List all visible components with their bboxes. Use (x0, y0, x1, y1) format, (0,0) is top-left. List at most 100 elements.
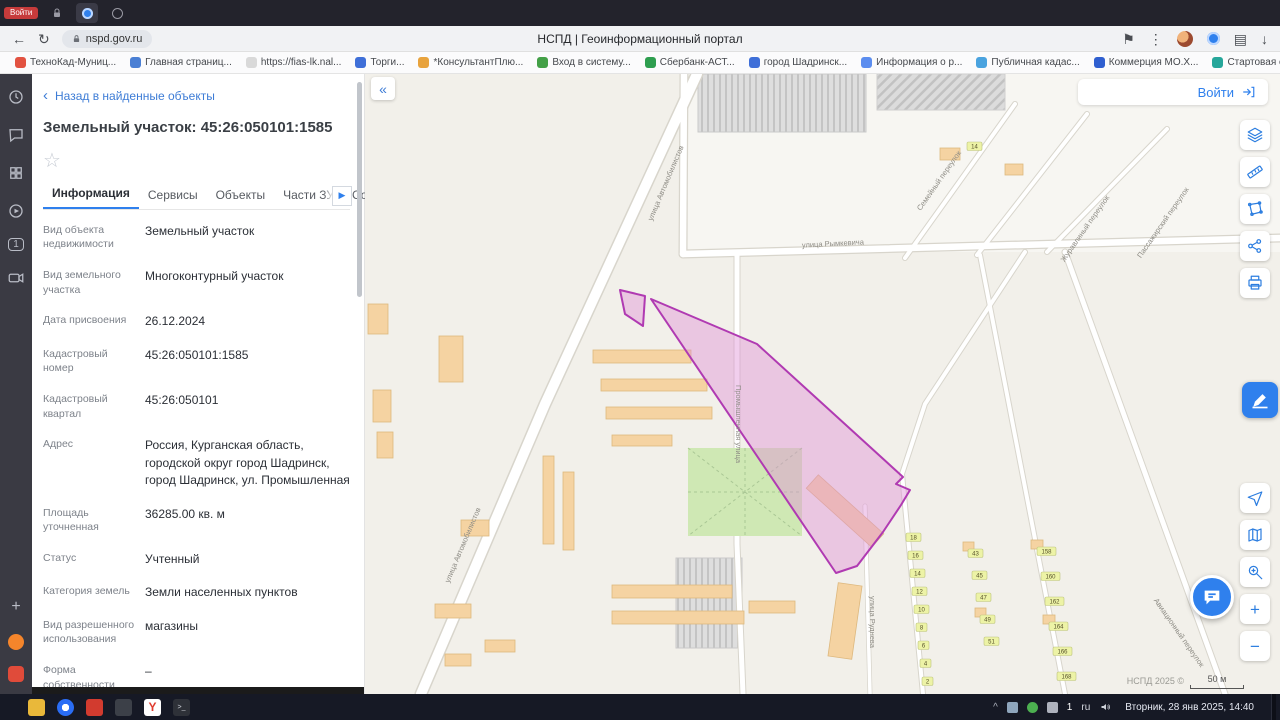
history-icon[interactable] (5, 86, 27, 108)
locate-button[interactable] (1240, 483, 1270, 513)
house-number-label: 158 (1041, 549, 1052, 555)
downloads-badge[interactable]: 1 (8, 238, 24, 251)
url-text: nspd.gov.ru (85, 32, 143, 45)
house-number-label: 14 (914, 571, 921, 577)
ruler-button[interactable] (1240, 157, 1270, 187)
map-login-button[interactable]: Войти (1078, 79, 1268, 105)
taskbar: Y >_ ^ 1 ru Вторник, 28 янв 2025, 14:40 (0, 694, 1280, 720)
layers-button[interactable] (1240, 120, 1270, 150)
map-canvas[interactable]: 1418161412108642434547495115816016216416… (365, 74, 1280, 694)
volume-icon[interactable] (1099, 701, 1112, 713)
bookmark-favicon (130, 57, 142, 68)
tab-Сервисы[interactable]: Сервисы (139, 182, 207, 209)
nspd-assistant-button[interactable] (1242, 382, 1278, 418)
bookmark-item[interactable]: *КонсультантПлю... (411, 55, 530, 70)
field-label: Вид земельного участка (43, 268, 121, 296)
field-label: Вид объекта недвижимости (43, 223, 114, 251)
bookmark-item[interactable]: https://fias-lk.nal... (239, 55, 349, 70)
reload-icon[interactable]: ↻ (38, 32, 50, 46)
add-icon[interactable]: + (5, 596, 27, 618)
chat-icon[interactable] (5, 124, 27, 146)
share-button[interactable] (1240, 231, 1270, 261)
bookmark-item[interactable]: Вход в систему... (530, 55, 637, 70)
url-field[interactable]: nspd.gov.ru (61, 29, 153, 48)
browser-tab-active[interactable] (76, 3, 99, 23)
house-number-label: 166 (1057, 649, 1068, 655)
secure-lock-icon (73, 34, 79, 42)
download-icon[interactable]: ↓ (1261, 32, 1268, 46)
tab-Информация[interactable]: Информация (43, 180, 139, 209)
services-icon[interactable] (8, 634, 24, 650)
flame-icon[interactable] (8, 666, 24, 682)
search-area-button[interactable] (1240, 557, 1270, 587)
house-number-label: 51 (988, 639, 995, 645)
field-label: Статус (43, 551, 77, 564)
browser-tab-3[interactable] (106, 3, 128, 23)
back-to-results-link[interactable]: ‹ Назад в найденные объекты (43, 88, 350, 103)
minus-icon: − (1250, 636, 1260, 656)
show-desktop-strip[interactable] (1271, 694, 1276, 720)
bookmark-label: город Шадринск... (763, 57, 848, 68)
panel-collapse-button[interactable]: « (371, 77, 395, 100)
zoom-out-button[interactable]: − (1240, 631, 1270, 661)
map-area[interactable]: 14 18 16 14 12 10 8 6 4 2 43 45 47 49 51 158 160 162 164 16… (365, 74, 1280, 694)
tray-icon-1[interactable] (1006, 701, 1018, 713)
browser-tab-1[interactable] (46, 3, 68, 23)
bookmark-item[interactable]: Сбербанк-АСТ... (638, 55, 742, 70)
browser-icon[interactable] (57, 698, 74, 716)
bookmark-item[interactable]: Стартовая стран... (1205, 55, 1280, 70)
zoom-in-button[interactable]: + (1240, 594, 1270, 624)
support-chat-button[interactable] (1190, 575, 1234, 619)
area-measure-button[interactable] (1240, 194, 1270, 224)
bookmark-label: Стартовая стран... (1227, 57, 1280, 68)
field-value: 36285.00 кв. м (145, 506, 225, 521)
bookmark-item[interactable]: Коммерция МО.Х... (1087, 55, 1206, 70)
globe-icon (111, 7, 123, 19)
bookmark-item[interactable]: Торги... (348, 55, 411, 70)
bookmark-item[interactable]: Главная страниц... (123, 55, 239, 70)
field-row: Категория земель Земли населенных пунктов (43, 576, 350, 609)
bookmark-item[interactable]: Информация о р... (854, 55, 969, 70)
bookmark-item[interactable]: Публичная кадас... (969, 55, 1086, 70)
app-dark-icon[interactable] (115, 698, 132, 716)
bookmark-item[interactable]: ТехноКад-Муниц... (8, 55, 123, 70)
taskbar-clock[interactable]: Вторник, 28 янв 2025, 14:40 (1121, 702, 1262, 713)
back-icon[interactable]: ← (12, 32, 26, 46)
login-label: Войти (1197, 84, 1234, 100)
scale-label: 50 м (1207, 674, 1227, 685)
explorer-icon[interactable] (28, 698, 45, 716)
yandex-icon[interactable]: Y (144, 698, 161, 716)
field-row: Дата присвоения 26.12.2024 (43, 305, 350, 338)
bookmark-flag-icon[interactable]: ⚑ (1122, 32, 1135, 46)
apps-grid-icon[interactable] (5, 162, 27, 184)
tabs-scroll-right-button[interactable]: ▶ (332, 185, 352, 206)
bookmark-item[interactable]: город Шадринск... (742, 55, 854, 70)
extension-icon[interactable] (1206, 32, 1220, 45)
field-row: Площадь уточненная 36285.00 кв. м (43, 498, 350, 543)
menu-dots-icon[interactable]: ⋮ (1149, 32, 1163, 46)
house-number-label: 160 (1045, 574, 1056, 580)
sidebar-panel-icon[interactable]: ▤ (1234, 32, 1247, 46)
print-button[interactable] (1240, 268, 1270, 298)
camera-icon[interactable] (5, 267, 27, 289)
avatar[interactable] (1176, 30, 1193, 47)
field-row: Адрес Россия, Курганская область, городск… (43, 429, 350, 497)
tray-icon-2[interactable] (1026, 701, 1038, 713)
app-red-icon[interactable] (86, 698, 103, 716)
tray-icon-3[interactable] (1046, 701, 1058, 713)
panel-horizontal-scrollbar[interactable] (32, 687, 364, 694)
field-row: Статус Учтенный (43, 543, 350, 576)
panel-vertical-scrollbar[interactable] (357, 82, 362, 297)
language-indicator[interactable]: ru (1081, 702, 1090, 713)
favorite-star-icon[interactable]: ☆ (43, 151, 350, 171)
play-icon[interactable] (5, 200, 27, 222)
plus-icon: + (1250, 599, 1260, 619)
bookmark-favicon (537, 57, 549, 68)
tab-Объекты[interactable]: Объекты (207, 182, 275, 209)
browser-tab-strip: Войти (0, 0, 1280, 26)
browser-profile-button[interactable]: Войти (4, 7, 39, 19)
house-number-label: 164 (1053, 624, 1064, 630)
tray-expand-icon[interactable]: ^ (993, 702, 998, 713)
terminal-icon[interactable]: >_ (173, 698, 190, 716)
overview-map-button[interactable] (1240, 520, 1270, 550)
